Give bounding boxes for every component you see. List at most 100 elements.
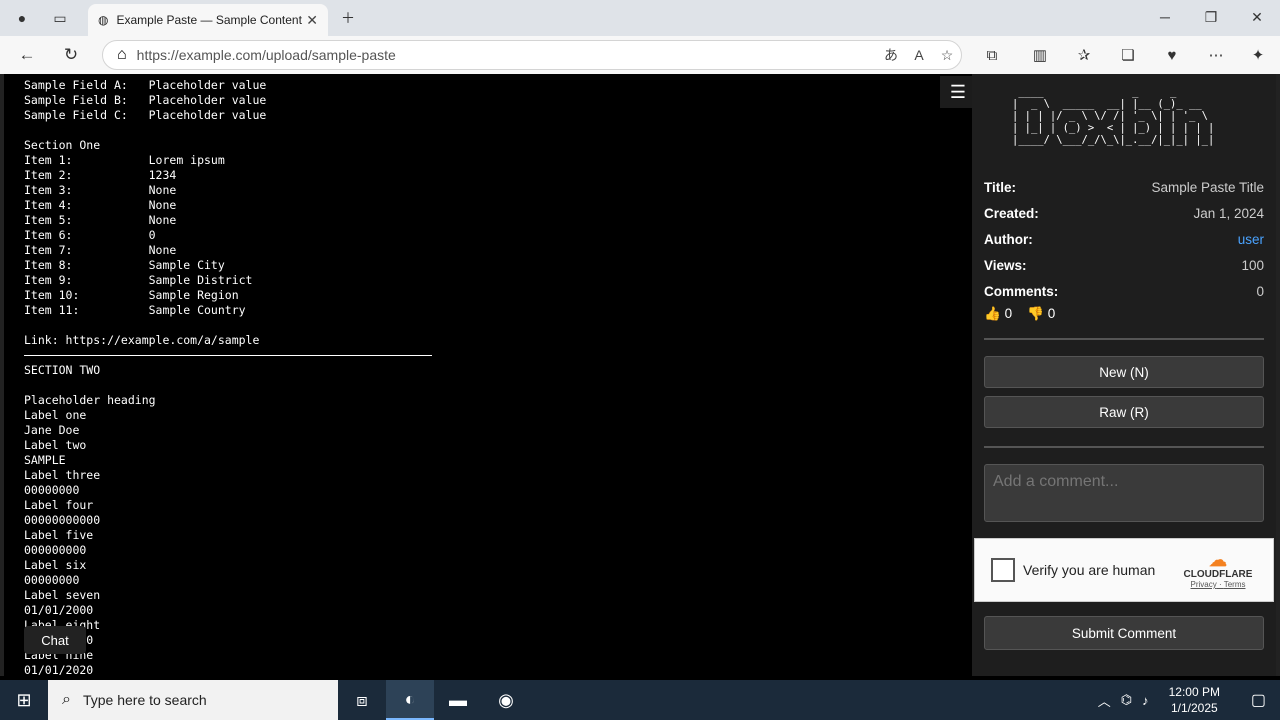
site-info-icon[interactable]: ⌂	[117, 46, 127, 64]
refresh-icon[interactable]: ↻	[56, 41, 86, 69]
paste-line: 01/01/2000	[24, 603, 94, 617]
paste-line: Sample Field C: Placeholder value	[24, 108, 267, 122]
meta-author: Author: user	[984, 232, 1264, 252]
paste-line: Label nine	[24, 648, 94, 662]
back-icon[interactable]: ←	[12, 41, 42, 69]
paste-content: Sample Field A: Placeholder value Sample …	[24, 78, 944, 678]
paste-line: 01/01/2020	[24, 663, 94, 677]
paste-sidebar: ____ _ _ | _ \ _____ __| |__ (_)_ __ | |…	[972, 74, 1276, 676]
meta-comments: Comments: 0	[984, 284, 1264, 299]
extensions-icon[interactable]: ⧉	[976, 41, 1008, 69]
volume-icon[interactable]: ♪	[1142, 693, 1149, 708]
minimize-icon[interactable]: ─	[1142, 0, 1188, 34]
windows-start-icon[interactable]: ⊞	[0, 680, 48, 720]
network-icon[interactable]: ⌬	[1121, 692, 1132, 708]
paste-line: Jane Doe	[24, 423, 80, 437]
paste-line: Item 8: Sample City	[24, 258, 225, 272]
paste-line: 00000000	[24, 573, 80, 587]
read-aloud-icon[interactable]: A	[905, 47, 933, 63]
more-menu-icon[interactable]: ⋯	[1200, 41, 1232, 69]
search-icon: ⌕	[62, 691, 71, 708]
cloud-icon: ☁	[1209, 550, 1227, 570]
translate-icon[interactable]: あ	[877, 45, 905, 65]
paste-line: Item 3: None	[24, 183, 177, 197]
submit-comment-button[interactable]: Submit Comment	[984, 616, 1264, 650]
taskbar-search[interactable]: ⌕ Type here to search	[48, 680, 338, 720]
captcha-label: Verify you are human	[1023, 562, 1156, 578]
active-tab[interactable]: ◍ Example Paste — Sample Content ✕	[88, 4, 328, 36]
paste-line: Item 7: None	[24, 243, 177, 257]
paste-line: Label one	[24, 408, 87, 422]
divider	[984, 446, 1264, 448]
upvote-count: 0	[1004, 306, 1013, 321]
performance-icon[interactable]: ♥	[1156, 41, 1188, 69]
thumbs-up-icon[interactable]: 👍	[984, 306, 1001, 321]
vote-bar: 👍 0 👎 0	[984, 306, 1055, 322]
favorite-star-icon[interactable]: ☆	[933, 47, 961, 64]
task-view-icon[interactable]: ⧈	[338, 680, 386, 720]
paste-line: Sample Field A: Placeholder value	[24, 78, 267, 92]
copilot-icon[interactable]: ✦	[1242, 41, 1274, 69]
collections-icon[interactable]: ❏	[1112, 41, 1144, 69]
meta-views: Views: 100	[984, 258, 1264, 273]
paste-line: Label five	[24, 528, 94, 542]
paste-line: Item 5: None	[24, 213, 177, 227]
tab-actions-icon[interactable]: ▭	[46, 6, 74, 30]
split-screen-icon[interactable]: ▥	[1024, 41, 1056, 69]
favorites-icon[interactable]: ✰	[1068, 41, 1100, 69]
address-bar[interactable]: ⌂ https://example.com/upload/sample-past…	[102, 40, 962, 70]
paste-line: Label four	[24, 498, 94, 512]
paste-line: Link: https://example.com/a/sample	[24, 333, 260, 347]
divider	[984, 338, 1264, 340]
paste-line: Item 1: Lorem ipsum	[24, 153, 225, 167]
downvote-count: 0	[1047, 306, 1056, 321]
privacy-link[interactable]: Privacy	[1191, 580, 1217, 589]
author-link[interactable]: user	[1238, 232, 1264, 252]
chat-button[interactable]: Chat	[24, 626, 86, 654]
nav-bar: ← ↻ ⌂ https://example.com/upload/sample-…	[0, 36, 1280, 74]
paste-line	[24, 123, 944, 138]
paste-line: 01/01/2030	[24, 633, 944, 648]
paste-line: Placeholder heading	[24, 393, 156, 407]
url-text: https://example.com/upload/sample-paste	[136, 47, 396, 63]
close-tab-icon[interactable]: ✕	[306, 12, 318, 29]
meta-title: Title: Sample Paste Title	[984, 180, 1264, 195]
comment-input[interactable]	[984, 464, 1264, 522]
clock[interactable]: 12:00 PM 1/1/2025	[1169, 684, 1220, 716]
captcha-checkbox[interactable]	[991, 558, 1015, 582]
raw-button[interactable]: Raw (R)	[984, 396, 1264, 428]
firefox-icon[interactable]: ◉	[482, 680, 530, 720]
notification-icon[interactable]: ▢	[1251, 690, 1266, 710]
taskbar: ⊞ ⌕ Type here to search ⧈ ◐ ▬ ◉ ︿ ⌬ ♪ 12…	[0, 680, 1280, 720]
paste-line: Label six	[24, 558, 87, 572]
paste-line: Item 2: 1234	[24, 168, 177, 182]
paste-line: 000000000	[24, 543, 87, 557]
paste-line: SECTION TWO	[24, 363, 101, 377]
paste-line: 00000000000	[24, 513, 101, 527]
edge-icon[interactable]: ◐	[386, 680, 434, 720]
paste-line: Section One	[24, 138, 101, 152]
menu-icon[interactable]: ☰	[940, 76, 976, 108]
terms-link[interactable]: Terms	[1224, 580, 1246, 589]
close-window-icon[interactable]: ✕	[1234, 0, 1280, 34]
paste-line: Label seven	[24, 588, 101, 602]
thumbs-down-icon[interactable]: 👎	[1027, 306, 1044, 321]
paste-line: SAMPLE	[24, 453, 66, 467]
paste-line	[24, 318, 944, 333]
chevron-up-icon[interactable]: ︿	[1098, 691, 1111, 710]
file-explorer-icon[interactable]: ▬	[434, 680, 482, 720]
paste-line: Sample Field B: Placeholder value	[24, 93, 267, 107]
profile-icon[interactable]: ●	[8, 6, 36, 30]
page-viewport: Sample Field A: Placeholder value Sample …	[0, 74, 1280, 678]
captcha-widget: Verify you are human ☁ CLOUDFLARE Privac…	[974, 538, 1274, 602]
paste-line: Item 6: 0	[24, 228, 156, 242]
paste-line: Item 10: Sample Region	[24, 288, 239, 302]
restore-icon[interactable]: ❐	[1188, 0, 1234, 34]
new-paste-button[interactable]: New (N)	[984, 356, 1264, 388]
system-tray: ︿ ⌬ ♪ 12:00 PM 1/1/2025	[1098, 680, 1220, 720]
cloudflare-logo: ☁ CLOUDFLARE Privacy · Terms	[1163, 551, 1273, 589]
new-tab-icon[interactable]: ＋	[334, 6, 362, 30]
paste-line: Item 11: Sample Country	[24, 303, 246, 317]
meta-created: Created: Jan 1, 2024	[984, 206, 1264, 221]
paste-line: Label two	[24, 438, 87, 452]
